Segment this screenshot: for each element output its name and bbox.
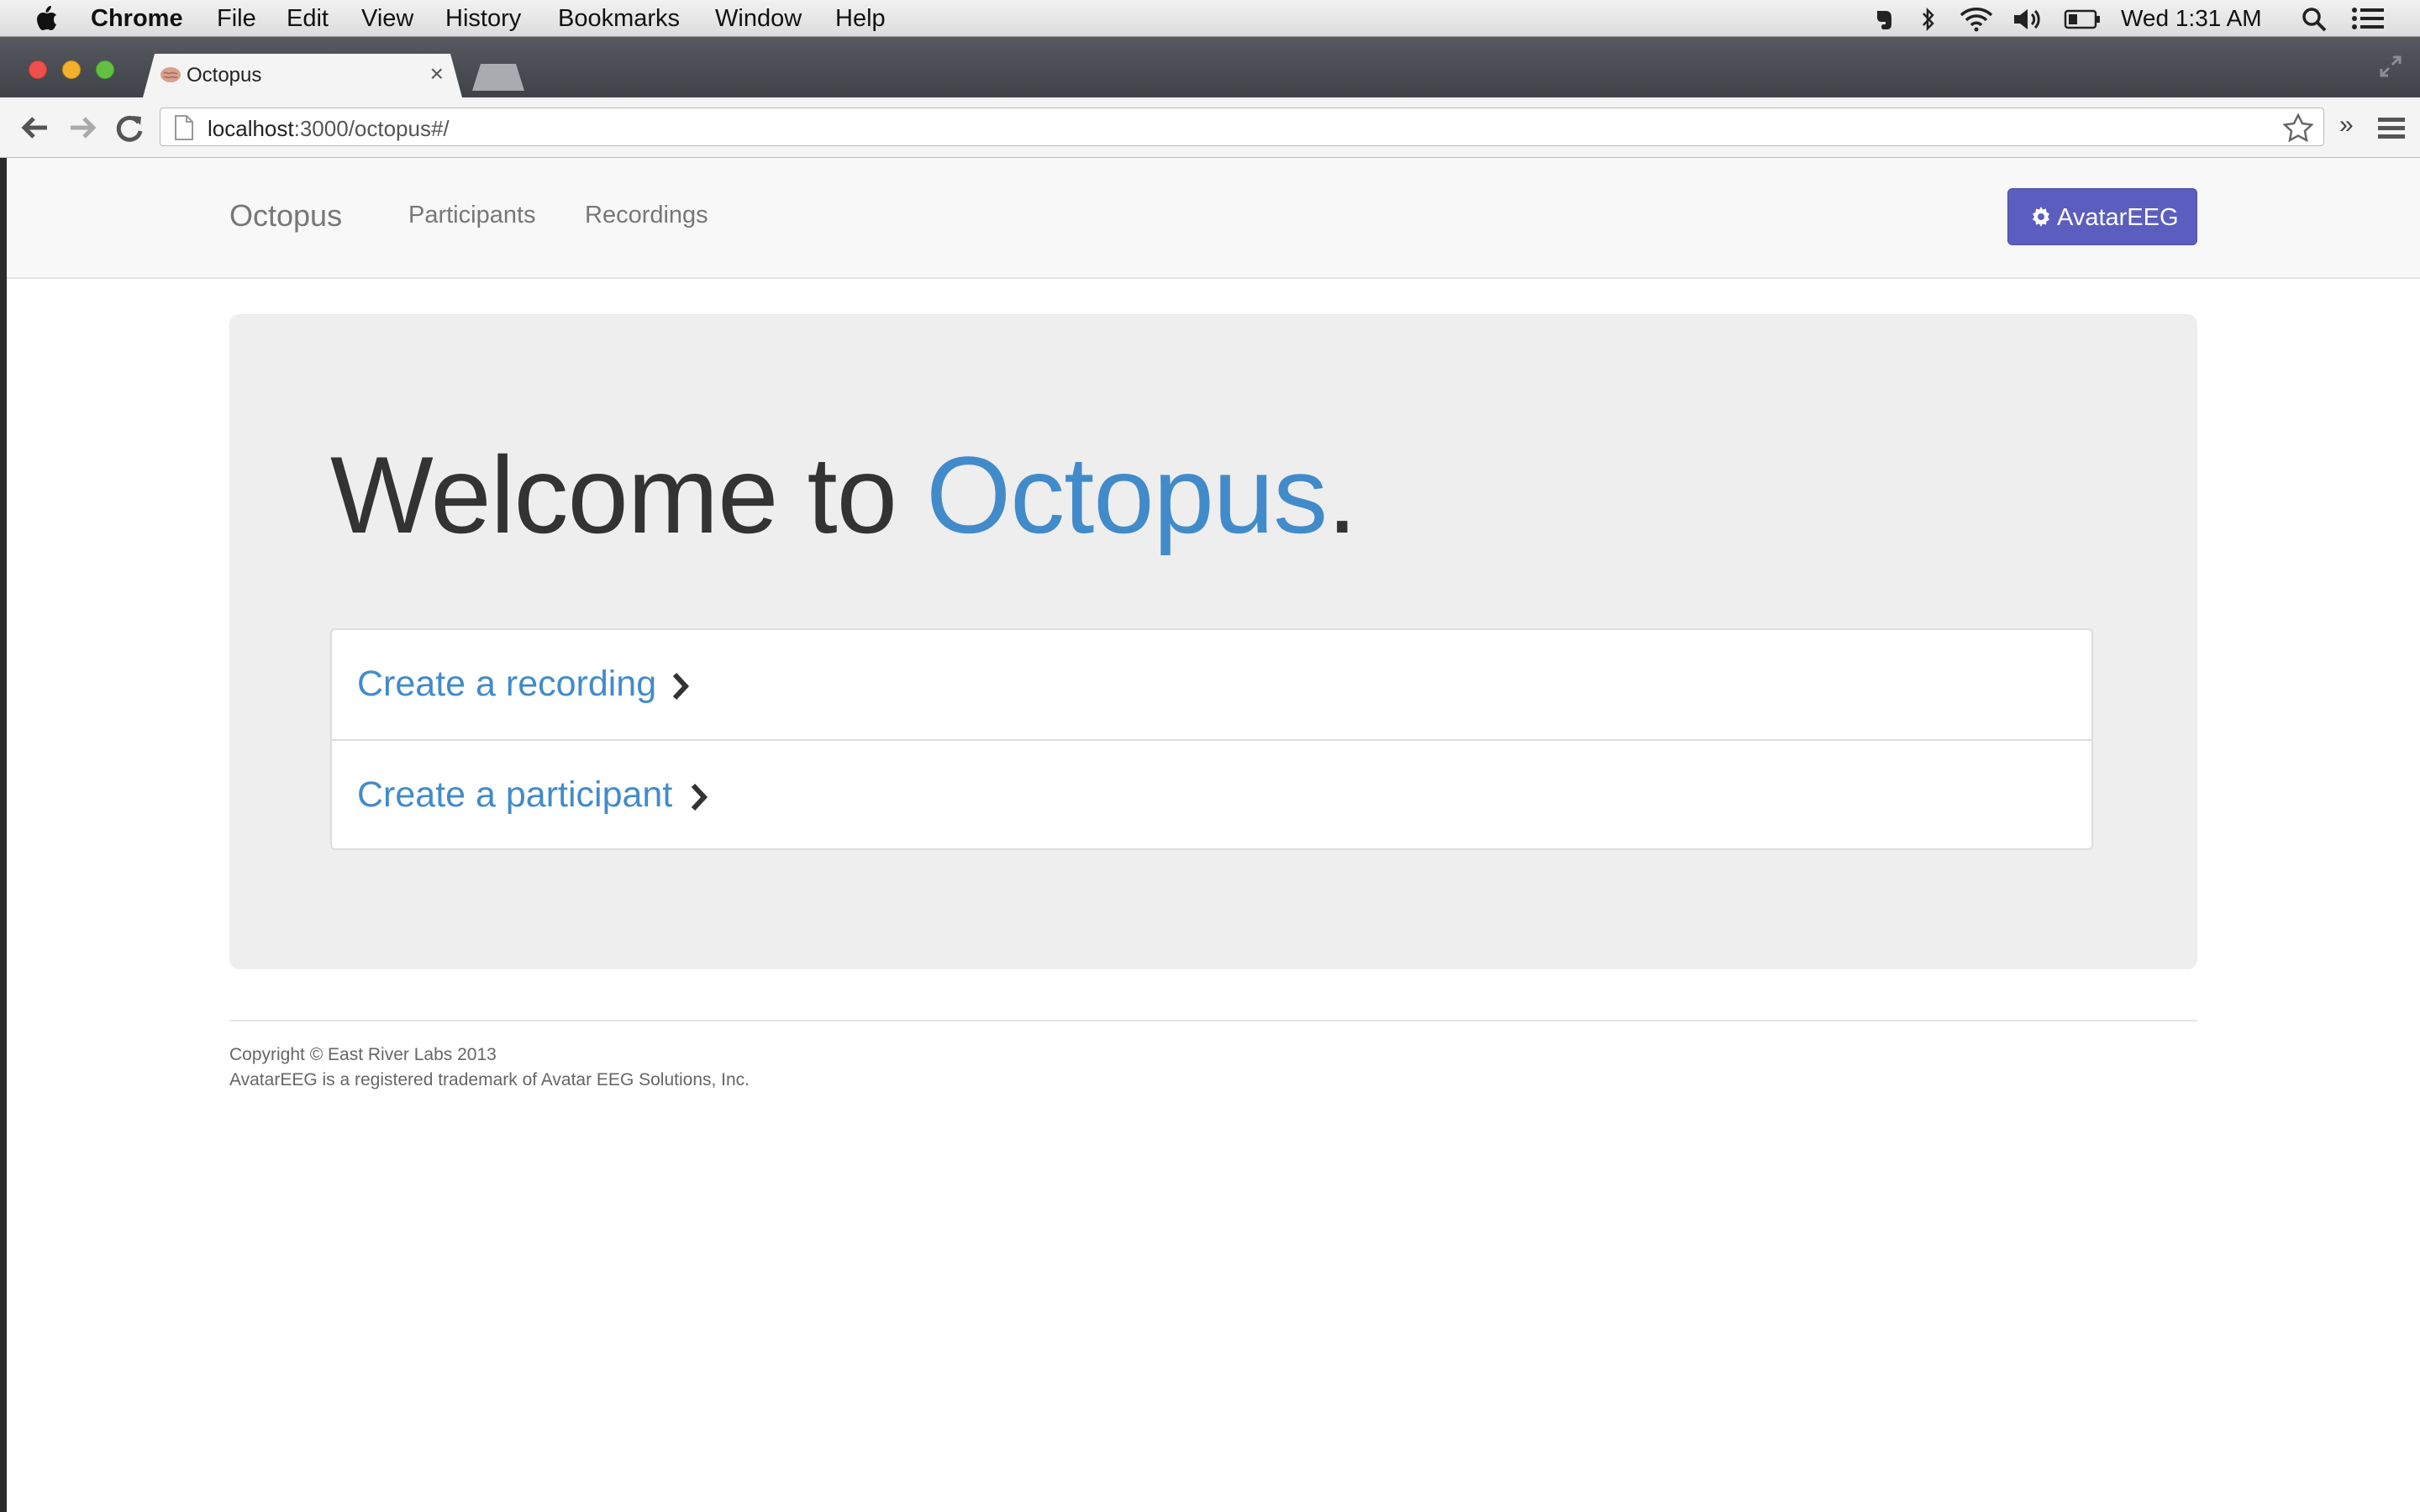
avatareeg-button-label: AvatarEEG [2057,204,2179,231]
window-edge [0,158,7,1512]
tab-close-icon[interactable]: × [430,60,444,87]
menu-edit[interactable]: Edit [287,0,329,37]
browser-window: Octopus × localhost:3000/octopus#/ » Oct… [0,37,2420,1512]
menu-help[interactable]: Help [835,0,886,37]
menu-view[interactable]: View [361,0,413,37]
app-navbar: Octopus Participants Recordings AvatarEE… [7,158,2420,279]
bookmark-star-icon[interactable] [2283,113,2313,142]
url-text[interactable]: localhost:3000/octopus#/ [208,116,450,142]
welcome-heading-suffix: . [1327,433,1357,556]
navbar-brand[interactable]: Octopus [229,198,342,234]
welcome-heading-accent: Octopus [926,433,1328,556]
apple-menu-icon[interactable] [34,5,59,32]
menu-window[interactable]: Window [715,0,802,37]
tab-strip: Octopus × [0,37,2420,97]
create-recording-link[interactable]: Create a recording [357,664,656,705]
back-arrow-icon[interactable] [18,111,52,144]
footer-trademark: AvatarEEG is a registered trademark of A… [229,1070,750,1089]
app-menu-chrome[interactable]: Chrome [91,0,183,37]
create-participant-item[interactable]: Create a participant [332,741,2091,850]
footer-copyright: Copyright © East River Labs 2013 [229,1045,497,1064]
zoom-window-icon[interactable] [96,60,114,79]
minimize-window-icon[interactable] [62,60,81,79]
new-tab-button[interactable] [472,64,524,91]
chevron-right-icon [672,672,690,701]
footer-divider [229,1020,2197,1021]
brain-favicon-icon [160,67,181,82]
page-icon [175,115,193,140]
address-bar[interactable]: localhost:3000/octopus#/ [160,108,2324,146]
gear-icon [2033,207,2049,227]
reload-icon[interactable] [113,111,146,144]
create-recording-item[interactable]: Create a recording [332,630,2091,739]
menu-history[interactable]: History [445,0,521,37]
battery-icon[interactable] [2064,9,2101,29]
spotlight-icon[interactable] [2301,6,2328,33]
url-path: :3000/octopus#/ [293,116,450,141]
volume-icon[interactable] [2012,7,2045,32]
fullscreen-icon[interactable] [2378,54,2403,79]
extensions-overflow-icon[interactable]: » [2339,111,2354,139]
evernote-icon[interactable] [1870,7,1896,32]
chevron-right-icon [691,783,708,811]
action-list: Create a recording Create a participant [330,628,2093,850]
url-host: localhost [208,116,294,141]
macos-menu-bar: Chrome File Edit View History Bookmarks … [0,0,2420,37]
welcome-heading: Welcome to Octopus. [330,432,1357,558]
notification-center-icon[interactable] [2351,7,2385,30]
page-viewport: Octopus Participants Recordings AvatarEE… [7,158,2420,1512]
menu-bookmarks[interactable]: Bookmarks [558,0,680,37]
close-window-icon[interactable] [29,60,47,79]
menubar-clock[interactable]: Wed 1:31 AM [2121,0,2262,37]
forward-arrow-icon[interactable] [66,111,99,144]
nav-link-participants[interactable]: Participants [408,202,536,229]
chrome-menu-icon[interactable] [2378,116,2405,139]
welcome-heading-prefix: Welcome to [330,433,927,556]
create-participant-link[interactable]: Create a participant [357,774,672,816]
browser-tab[interactable]: Octopus × [143,54,462,97]
bluetooth-icon[interactable] [1919,6,1938,33]
avatareeg-button[interactable]: AvatarEEG [2007,188,2197,245]
welcome-jumbotron: Welcome to Octopus. Create a recording C… [229,314,2197,969]
menu-file[interactable]: File [217,0,256,37]
tab-title: Octopus [187,64,262,87]
nav-link-recordings[interactable]: Recordings [585,202,708,229]
browser-toolbar: localhost:3000/octopus#/ » [0,97,2420,158]
wifi-icon[interactable] [1958,5,1995,32]
